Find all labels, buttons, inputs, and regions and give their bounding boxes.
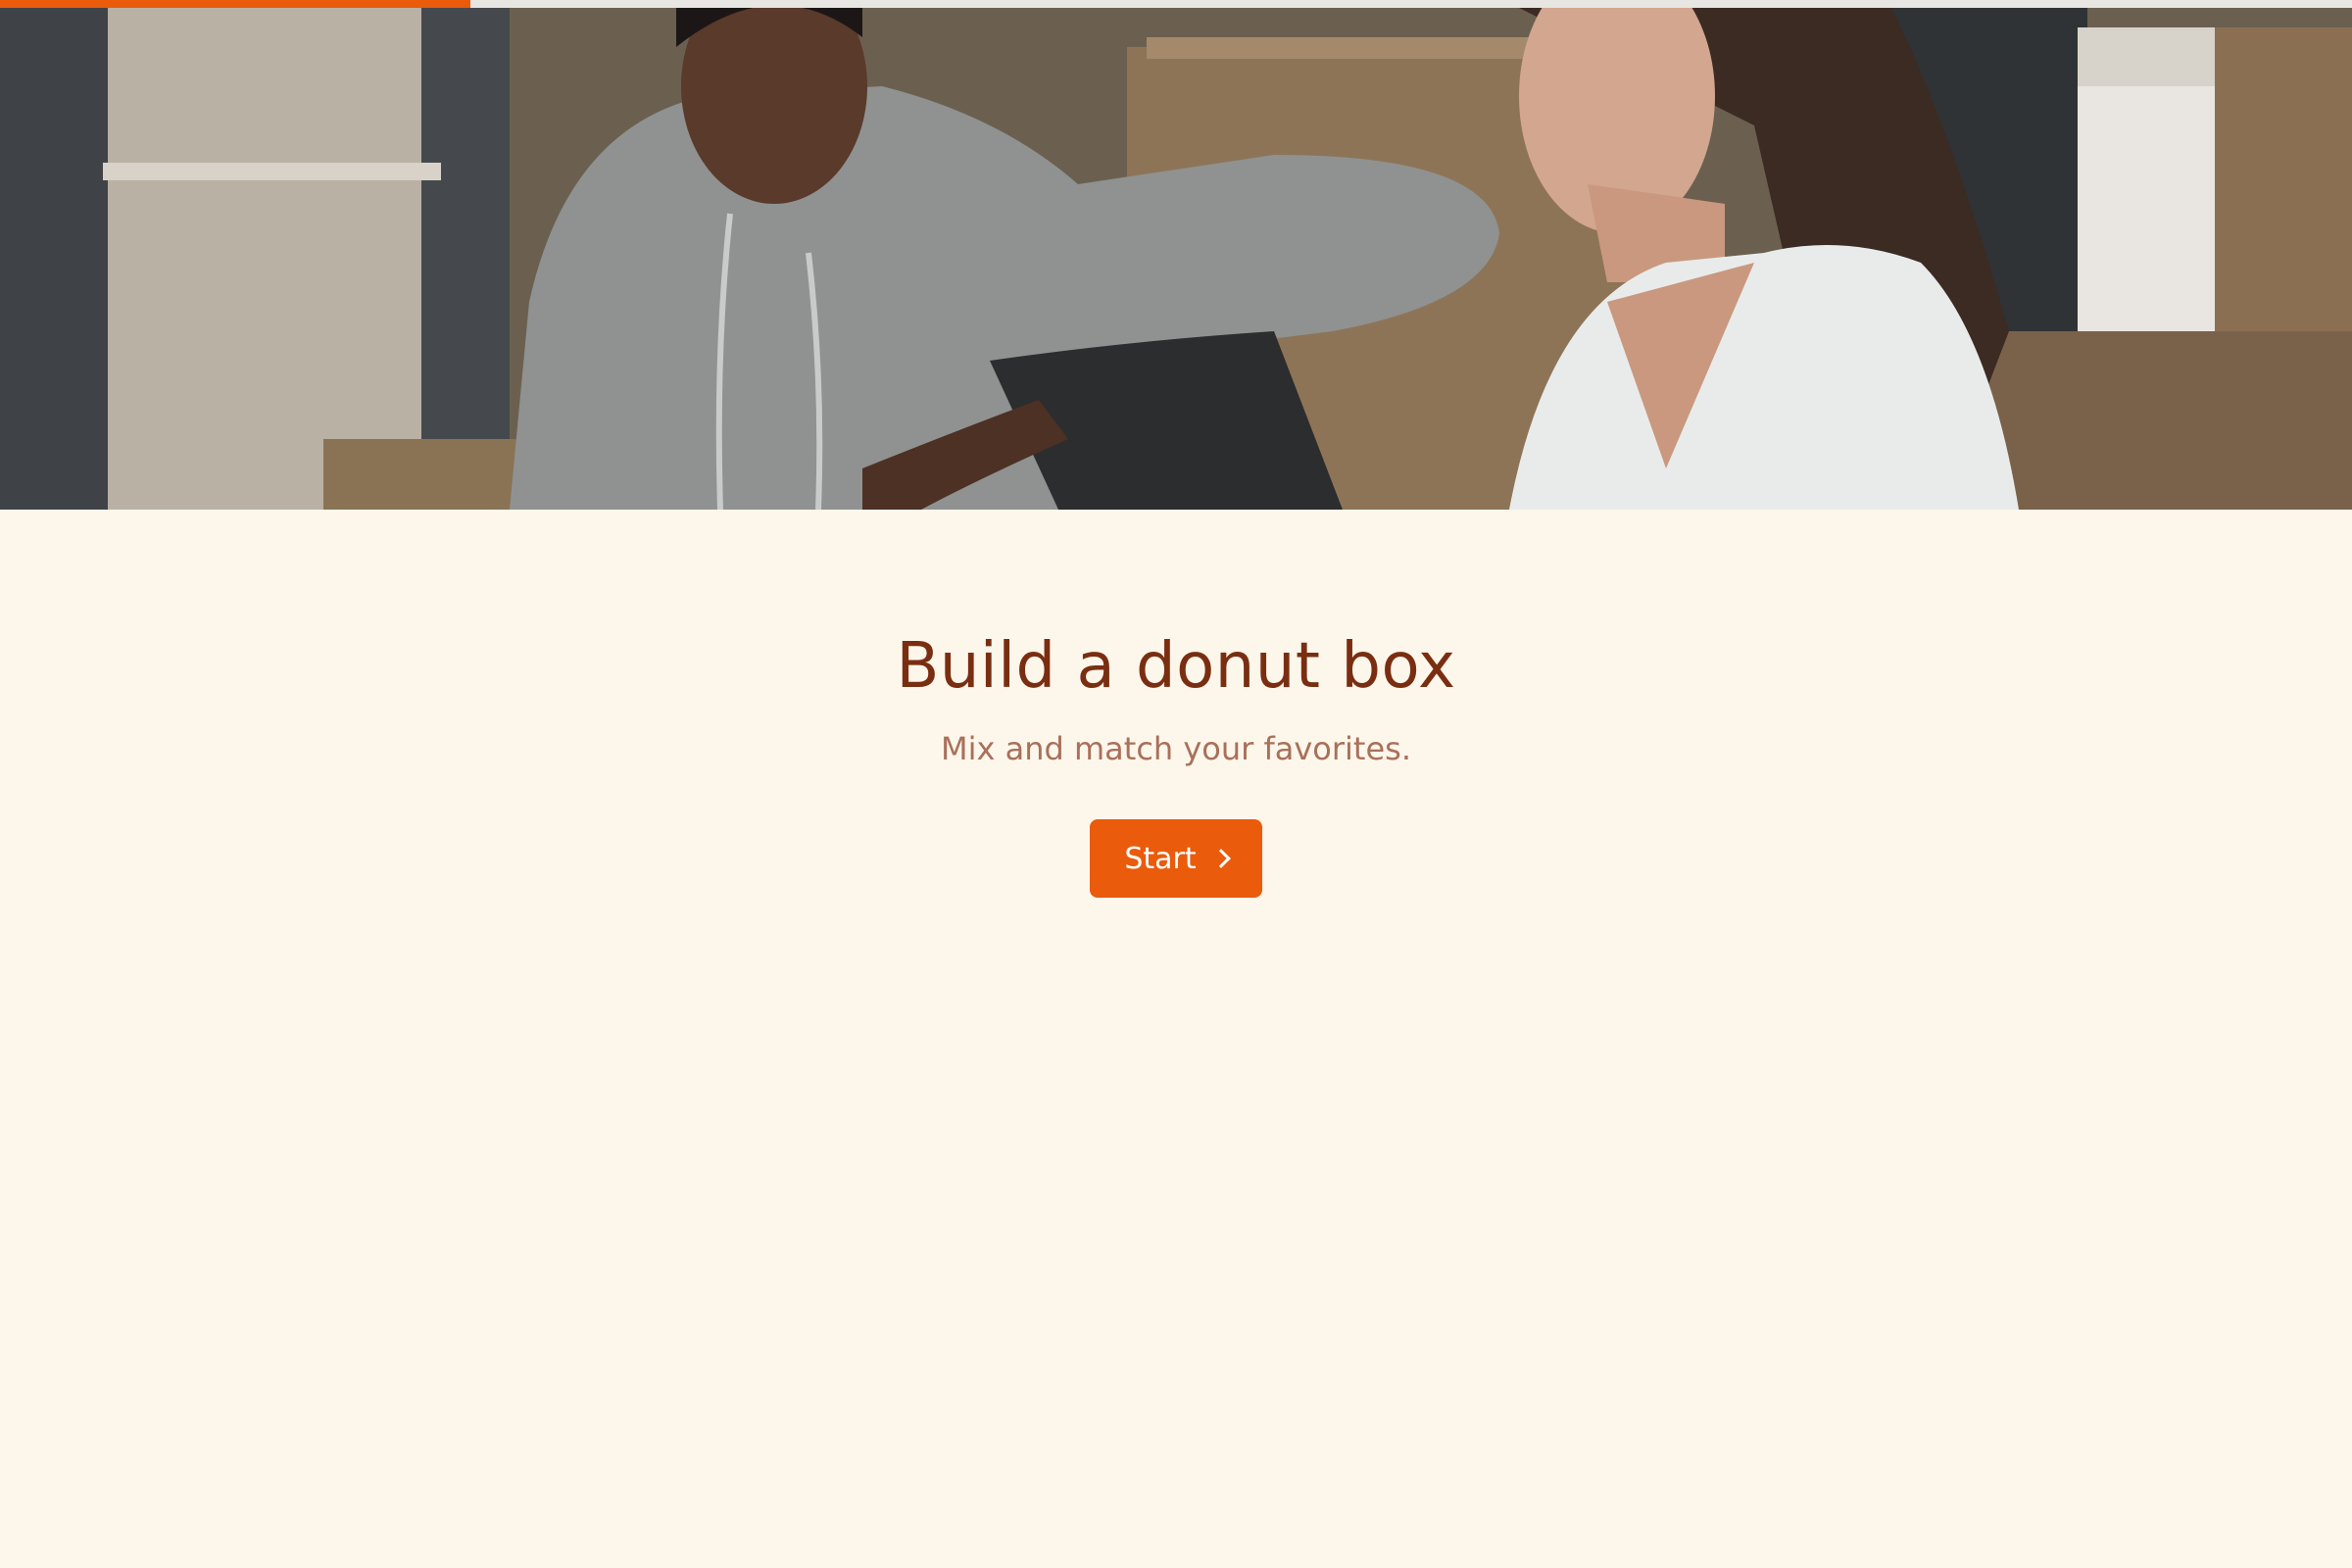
start-button[interactable]: Start [1090,819,1262,898]
page-title: Build a donut box [896,630,1456,703]
page: Build a donut box Mix and match your fav… [0,0,2352,1568]
page-subtitle: Mix and match your favorites. [941,730,1411,767]
progress-bar [0,0,2352,8]
chevron-right-icon [1210,849,1231,868]
main-content: Build a donut box Mix and match your fav… [0,510,2352,898]
hero-image [0,8,2352,510]
hero-photo-illustration [0,8,2352,510]
start-button-label: Start [1124,841,1197,876]
progress-bar-fill [0,0,470,8]
